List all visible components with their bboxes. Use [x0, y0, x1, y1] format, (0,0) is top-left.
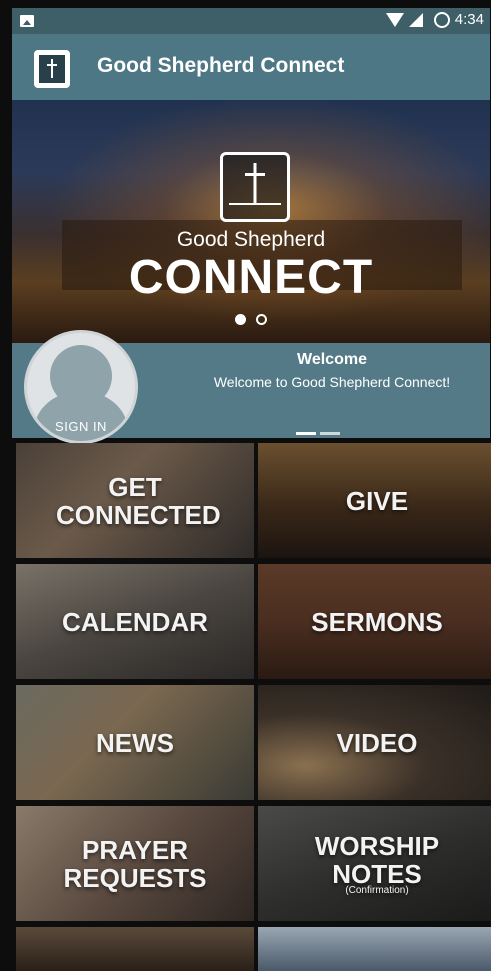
- carousel-indicator: [235, 314, 267, 325]
- sync-icon: [433, 11, 450, 28]
- tile-label: SERMONS: [311, 606, 443, 637]
- image-notification-icon: [20, 15, 34, 27]
- tile-calendar[interactable]: CALENDAR: [16, 564, 254, 679]
- page-indicator: [296, 432, 340, 435]
- tile-prayer-requests[interactable]: PRAYER REQUESTS: [16, 806, 254, 921]
- tile-worship-notes[interactable]: WORSHIP NOTES (Confirmation): [258, 806, 491, 921]
- tile-news[interactable]: NEWS: [16, 685, 254, 800]
- hero-banner[interactable]: Good Shepherd CONNECT: [12, 100, 490, 343]
- hero-subtitle: Good Shepherd: [176, 228, 326, 251]
- tile-note: (Confirmation): [345, 884, 409, 896]
- tile-get-connected[interactable]: GET CONNECTED: [16, 443, 254, 558]
- status-bar: 4:34: [12, 8, 490, 34]
- tile-label: CALENDAR: [62, 606, 208, 637]
- app-bar: Good Shepherd Connect: [12, 34, 490, 100]
- carousel-dot-active[interactable]: [235, 314, 246, 325]
- tile-title: WORSHIP NOTES: [314, 830, 440, 889]
- sign-in-avatar[interactable]: SIGN IN: [24, 330, 138, 444]
- welcome-title: Welcome: [297, 351, 367, 368]
- cell-signal-icon: [408, 12, 423, 27]
- app-title: Good Shepherd Connect: [97, 54, 345, 77]
- tile-partial[interactable]: [16, 927, 254, 971]
- tile-label: PRAYER REQUESTS: [63, 834, 207, 893]
- wifi-icon: [385, 12, 404, 27]
- carousel-dot[interactable]: [256, 314, 267, 325]
- tile-label: VIDEO: [336, 727, 418, 758]
- clock: 4:34: [454, 11, 484, 28]
- tile-video[interactable]: VIDEO: [258, 685, 491, 800]
- tile-label: GIVE: [345, 485, 409, 516]
- tile-partial[interactable]: [258, 927, 491, 971]
- tile-label: GET CONNECTED: [56, 471, 221, 530]
- welcome-message: Welcome to Good Shepherd Connect!: [213, 374, 451, 390]
- tile-label: NEWS: [96, 727, 174, 758]
- tile-give[interactable]: GIVE: [258, 443, 491, 558]
- sign-in-label: SIGN IN: [55, 419, 107, 434]
- tile-sermons[interactable]: SERMONS: [258, 564, 491, 679]
- tile-label: WORSHIP NOTES (Confirmation): [258, 832, 491, 896]
- hero-title: CONNECT: [128, 251, 374, 304]
- church-logo-icon[interactable]: [34, 50, 70, 88]
- hero-logo-icon: [220, 152, 290, 222]
